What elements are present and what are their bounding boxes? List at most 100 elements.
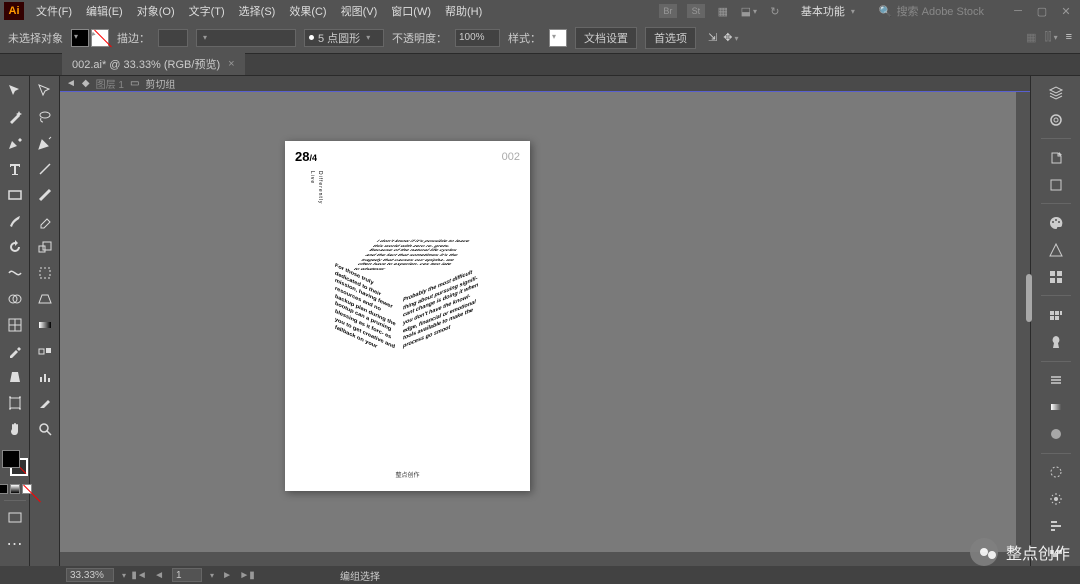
width-tool[interactable] — [3, 262, 27, 284]
zoom-tool[interactable] — [33, 418, 57, 440]
color-mode-fill[interactable] — [0, 484, 8, 494]
doc-setup-button[interactable]: 文档设置 — [575, 27, 637, 49]
gpu-icon[interactable]: ⬓ — [741, 3, 757, 19]
fill-stroke-indicator[interactable] — [2, 450, 28, 476]
brush-def[interactable]: 5 点圆形 — [304, 29, 384, 47]
color-guide-icon[interactable] — [1042, 237, 1070, 262]
transform-icon[interactable]: ✥ — [723, 31, 738, 44]
hand-tool[interactable] — [3, 418, 27, 440]
prev-artboard[interactable]: ◄ — [152, 568, 166, 582]
tab-close[interactable]: × — [228, 58, 234, 70]
scale-tool[interactable] — [33, 236, 57, 258]
panel-icon-1[interactable]: ▦ — [1026, 31, 1036, 44]
style-swatch[interactable] — [549, 29, 567, 47]
color-panel-icon[interactable] — [1042, 210, 1070, 235]
isolation-back-icon[interactable]: ◄ — [66, 78, 76, 89]
appearance-panel-icon[interactable] — [1042, 460, 1070, 485]
fill-swatch[interactable] — [71, 29, 89, 47]
bc-clip[interactable]: 剪切组 — [145, 76, 175, 91]
column-graph-tool[interactable] — [33, 366, 57, 388]
prefs-button[interactable]: 首选项 — [645, 27, 696, 49]
lasso-tool[interactable] — [33, 106, 57, 128]
artboard-tool[interactable] — [3, 392, 27, 414]
stock-icon[interactable]: St — [687, 4, 705, 18]
stroke-panel-icon[interactable] — [1042, 368, 1070, 393]
menu-view[interactable]: 视图(V) — [335, 1, 384, 21]
direct-selection-tool[interactable] — [33, 80, 57, 102]
gradient-panel-icon[interactable] — [1042, 395, 1070, 420]
sync-icon[interactable]: ↻ — [767, 3, 783, 19]
color-mode-gradient[interactable] — [10, 484, 20, 494]
slice-tool[interactable] — [33, 392, 57, 414]
free-transform-tool[interactable] — [33, 262, 57, 284]
menu-type[interactable]: 文字(T) — [183, 1, 231, 21]
document-tab[interactable]: 002.ai* @ 33.33% (RGB/预览) × — [62, 53, 245, 75]
eyedropper-tool[interactable] — [3, 340, 27, 362]
menu-effect[interactable]: 效果(C) — [283, 1, 332, 21]
export-panel-icon[interactable] — [1042, 145, 1070, 170]
panel-menu-icon[interactable]: ≡ — [1066, 31, 1072, 44]
zoom-dropdown[interactable] — [120, 570, 126, 581]
screen-mode[interactable] — [3, 507, 27, 529]
properties-panel-icon[interactable] — [1042, 172, 1070, 197]
stroke-weight[interactable] — [158, 29, 188, 47]
brushes-panel-icon[interactable] — [1042, 302, 1070, 327]
arrange-icon[interactable]: ▦ — [715, 3, 731, 19]
stroke-swatch[interactable] — [91, 29, 109, 47]
opacity-input[interactable] — [455, 29, 500, 47]
artboard-number-input[interactable] — [172, 568, 202, 582]
rotate-tool[interactable] — [3, 236, 27, 258]
align-panel-icon[interactable] — [1042, 514, 1070, 539]
transparency-panel-icon[interactable] — [1042, 422, 1070, 447]
curvature-tool[interactable] — [33, 132, 57, 154]
stroke-profile[interactable] — [196, 29, 296, 47]
minimize-button[interactable]: ─ — [1008, 3, 1028, 19]
symbols-panel-icon[interactable] — [1042, 330, 1070, 355]
blend-tool[interactable] — [33, 340, 57, 362]
gradient-tool[interactable] — [33, 314, 57, 336]
bridge-icon[interactable]: Br — [659, 4, 677, 18]
symbol-sprayer-tool[interactable] — [3, 366, 27, 388]
paintbrush-tool[interactable] — [3, 210, 27, 232]
workspace-selector[interactable]: 基本功能 — [793, 3, 863, 19]
edit-toolbar[interactable]: ⋯ — [3, 533, 27, 555]
menu-window[interactable]: 窗口(W) — [385, 1, 437, 21]
align-icon[interactable]: ⇲ — [708, 31, 717, 44]
menu-file[interactable]: 文件(F) — [30, 1, 78, 21]
last-artboard[interactable]: ►▮ — [240, 568, 254, 582]
zoom-input[interactable] — [66, 568, 114, 582]
next-artboard[interactable]: ► — [220, 568, 234, 582]
mesh-tool[interactable] — [3, 314, 27, 336]
close-button[interactable]: ✕ — [1056, 3, 1076, 19]
canvas-area[interactable]: ◄ ◆ 图层 1 ▭ 剪切组 28/4 002 Live Differently… — [60, 76, 1030, 566]
menu-help[interactable]: 帮助(H) — [439, 1, 488, 21]
type-tool[interactable] — [3, 158, 27, 180]
perspective-tool[interactable] — [33, 288, 57, 310]
shape-builder-tool[interactable] — [3, 288, 27, 310]
menu-select[interactable]: 选择(S) — [233, 1, 282, 21]
shaper-tool[interactable] — [33, 184, 57, 206]
layers-panel-icon[interactable] — [1042, 80, 1070, 105]
magic-wand-tool[interactable] — [3, 106, 27, 128]
pen-tool[interactable] — [3, 132, 27, 154]
vertical-scrollbar[interactable] — [1016, 92, 1030, 566]
search-stock[interactable]: 🔍 搜索 Adobe Stock — [873, 1, 990, 21]
swatches-panel-icon[interactable] — [1042, 264, 1070, 289]
panel-handle[interactable] — [1026, 274, 1032, 322]
first-artboard[interactable]: ▮◄ — [132, 568, 146, 582]
color-mode-none[interactable] — [22, 484, 32, 494]
menu-edit[interactable]: 编辑(E) — [80, 1, 129, 21]
artboard-dropdown[interactable] — [208, 570, 214, 581]
horizontal-scrollbar[interactable] — [60, 552, 1016, 566]
maximize-button[interactable]: ▢ — [1032, 3, 1052, 19]
graphic-styles-icon[interactable] — [1042, 487, 1070, 512]
bc-layer[interactable]: 图层 1 — [96, 76, 124, 91]
panel-icon-2[interactable]: ⫿⫿ — [1045, 31, 1058, 44]
menu-object[interactable]: 对象(O) — [131, 1, 181, 21]
artboard[interactable]: 28/4 002 Live Differently I don't know i… — [285, 141, 530, 491]
rectangle-tool[interactable] — [3, 184, 27, 206]
selection-tool[interactable] — [3, 80, 27, 102]
eraser-tool[interactable] — [33, 210, 57, 232]
line-tool[interactable] — [33, 158, 57, 180]
cc-libraries-icon[interactable] — [1042, 107, 1070, 132]
